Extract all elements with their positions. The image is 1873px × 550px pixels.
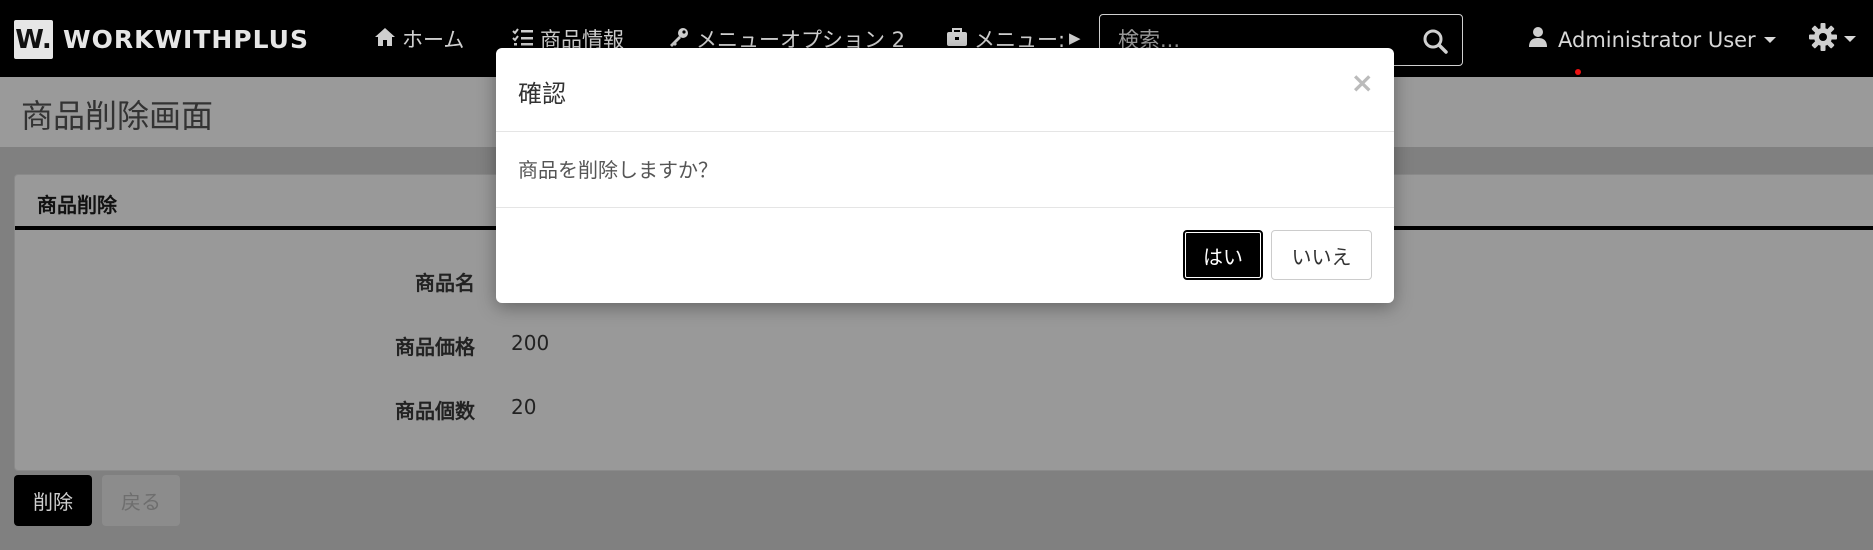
user-icon	[1528, 26, 1548, 53]
nav-item-home[interactable]: ホーム	[374, 24, 464, 54]
nav-overflow-arrow-icon[interactable]: ▶	[1069, 29, 1081, 47]
dialog-body: 商品を削除しますか？	[496, 132, 1394, 208]
yes-button[interactable]: はい	[1183, 230, 1263, 280]
dialog-title: 確認	[518, 80, 566, 108]
field-product-price: 商品価格 200	[15, 331, 549, 360]
no-button[interactable]: いいえ	[1271, 230, 1372, 280]
close-icon[interactable]: ×	[1351, 66, 1374, 99]
field-label: 商品名	[415, 271, 475, 295]
settings-menu[interactable]	[1808, 22, 1856, 56]
notification-dot	[1575, 69, 1581, 75]
chevron-down-icon	[1844, 36, 1856, 42]
brand[interactable]: W. WORKWITHPLUS	[14, 20, 309, 59]
chevron-down-icon	[1763, 36, 1776, 43]
field-value: 200	[511, 331, 550, 355]
field-value: 20	[511, 395, 537, 419]
dialog-footer: はい いいえ	[496, 208, 1394, 302]
dialog-message: 商品を削除しますか？	[518, 158, 718, 182]
delete-button[interactable]: 削除	[14, 475, 92, 526]
back-button[interactable]: 戻る	[102, 475, 180, 526]
search-icon[interactable]	[1422, 28, 1448, 58]
home-icon	[374, 27, 396, 52]
field-label: 商品個数	[395, 399, 475, 423]
gear-icon	[1808, 22, 1838, 56]
field-label: 商品価格	[395, 335, 475, 359]
user-name: Administrator User	[1558, 27, 1756, 52]
confirm-dialog: 確認 × 商品を削除しますか？ はい いいえ	[496, 48, 1394, 303]
field-product-name: 商品名	[15, 267, 511, 296]
dialog-header: 確認 ×	[496, 48, 1394, 132]
page-title: 商品削除画面	[21, 97, 214, 135]
field-product-quantity: 商品個数 20	[15, 395, 536, 424]
brand-name: WORKWITHPLUS	[63, 25, 309, 54]
brand-logo: W.	[14, 20, 53, 59]
user-menu[interactable]: Administrator User	[1528, 26, 1776, 53]
nav-item-home-label: ホーム	[402, 28, 465, 52]
